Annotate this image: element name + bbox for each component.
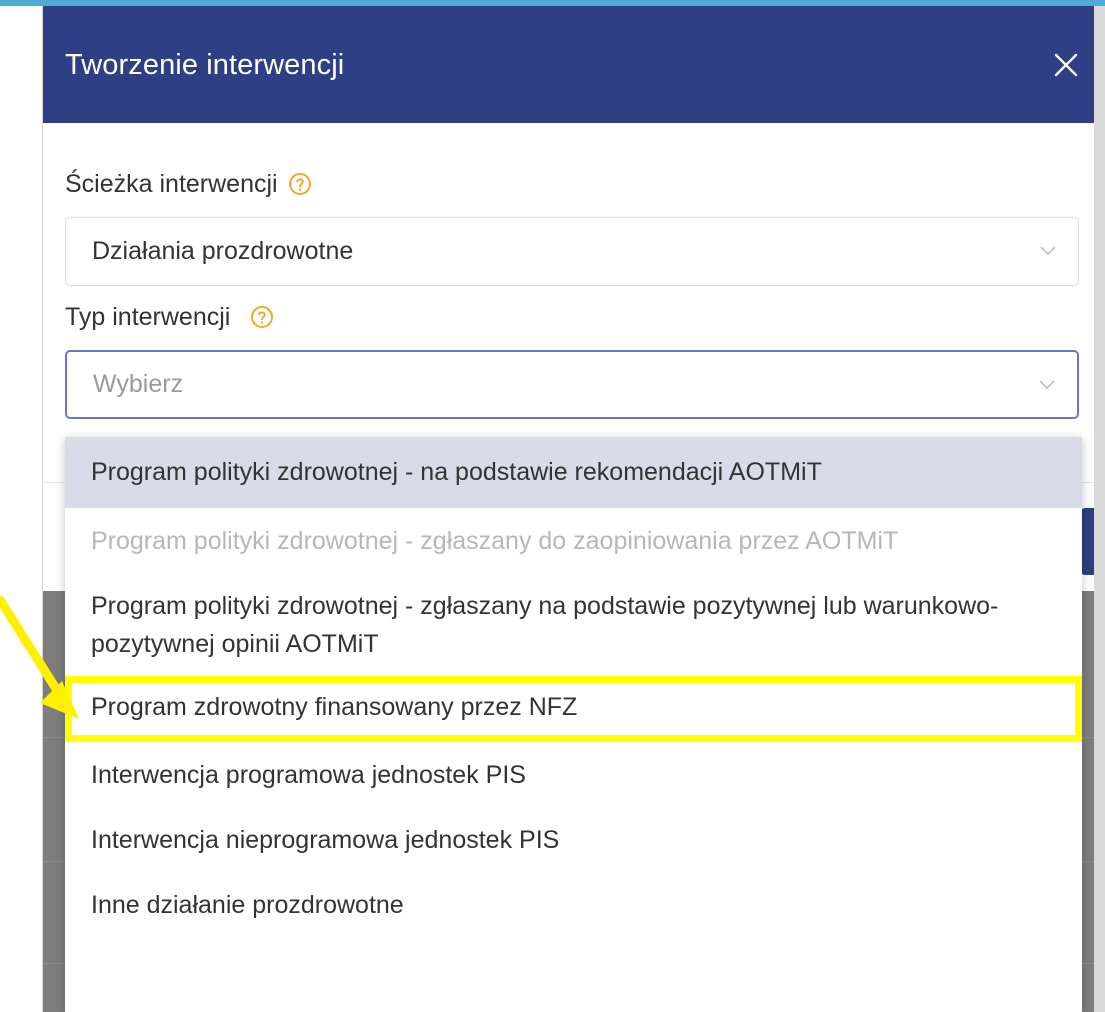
dropdown-option[interactable]: Inne działanie prozdrowotne [65, 872, 1082, 937]
dropdown-option-highlighted[interactable]: Program zdrowotny finansowany przez NFZ [65, 676, 1082, 742]
intervention-path-label: Ścieżka interwencji [65, 169, 278, 198]
modal-header: Tworzenie interwencji [43, 6, 1094, 123]
intervention-type-label: Typ interwencji [65, 302, 231, 331]
chevron-down-icon [1040, 246, 1056, 256]
dropdown-option[interactable]: Interwencja nieprogramowa jednostek PIS [65, 807, 1082, 872]
modal-form: Ścieżka interwencji Działania prozdrowot… [65, 168, 1079, 419]
intervention-type-label-row: Typ interwencji [65, 301, 1079, 333]
page-backdrop-left [0, 6, 43, 1012]
chevron-down-icon [1039, 380, 1055, 390]
intervention-path-select[interactable]: Działania prozdrowotne [65, 217, 1079, 286]
modal-footer-button[interactable] [1081, 508, 1094, 575]
modal-title: Tworzenie interwencji [65, 49, 345, 81]
intervention-type-field: Typ interwencji Wybierz [65, 301, 1079, 419]
question-circle-icon[interactable] [250, 305, 274, 329]
dropdown-option[interactable]: Program polityki zdrowotnej - na podstaw… [65, 437, 1082, 508]
close-icon [1054, 53, 1078, 77]
intervention-type-select[interactable]: Wybierz [65, 350, 1079, 419]
question-circle-icon[interactable] [288, 172, 312, 196]
intervention-path-label-row: Ścieżka interwencji [65, 168, 1079, 200]
intervention-path-value: Działania prozdrowotne [92, 237, 354, 265]
dropdown-option-disabled: Program polityki zdrowotnej - zgłaszany … [91, 527, 899, 555]
intervention-type-dropdown: Program polityki zdrowotnej - na podstaw… [65, 437, 1082, 1012]
intervention-path-field: Ścieżka interwencji Działania prozdrowot… [65, 168, 1079, 286]
dropdown-option[interactable]: Interwencja programowa jednostek PIS [65, 742, 1082, 807]
intervention-type-placeholder: Wybierz [93, 370, 184, 398]
close-button[interactable] [1048, 47, 1084, 83]
dropdown-option[interactable]: Program polityki zdrowotnej - zgłaszany … [65, 573, 1082, 676]
page-backdrop-right [1094, 6, 1105, 1012]
